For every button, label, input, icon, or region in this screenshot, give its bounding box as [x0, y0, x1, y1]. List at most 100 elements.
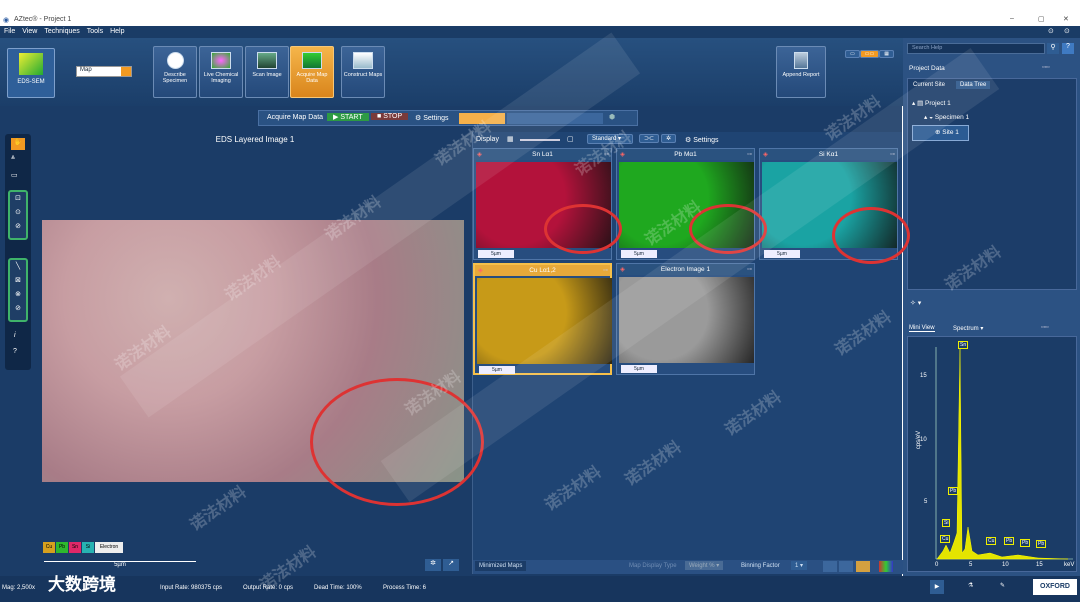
status-process-time: Process Time: 6	[383, 585, 427, 591]
step-acquire-map-data[interactable]: Acquire Map Data	[290, 46, 334, 98]
layout-grid-icon[interactable]: ▦	[879, 50, 894, 58]
sparkle-icon[interactable]: ✲	[661, 134, 677, 143]
start-button[interactable]: ▶ START	[327, 113, 369, 121]
step-construct-maps[interactable]: Construct Maps	[341, 46, 385, 98]
legend-si[interactable]: Si	[82, 542, 94, 553]
cube-icon[interactable]: ⬢	[609, 113, 615, 121]
map-title: Pb Mα1	[674, 151, 697, 158]
spectrum-window-icons[interactable]: ▫▫▫	[1041, 324, 1048, 331]
left-toolbar: ✋ ⩓ ▭ ⊡ ⊙ ⊘ ╲ ⊠ ⊗ ⊘ i ?	[5, 134, 31, 370]
settings-button[interactable]: ⚙ Settings	[415, 114, 449, 122]
legend-cu[interactable]: Cu	[43, 542, 55, 553]
legend-sn[interactable]: Sn	[69, 542, 81, 553]
pen-icon[interactable]: ✎	[1000, 582, 1005, 589]
tab-spectrum[interactable]: Spectrum ▾	[953, 325, 983, 332]
rectangle-tool-icon[interactable]: ▭	[11, 171, 18, 179]
minimize-icon[interactable]: –	[1010, 15, 1014, 22]
step-label: Acquire Map Data	[296, 72, 328, 84]
step-label: Describe Specimen	[162, 72, 188, 84]
peak-label: Sn	[958, 341, 969, 349]
help-icon[interactable]: ?	[13, 348, 17, 355]
search-help-input[interactable]: Search Help	[907, 43, 1045, 54]
tool-group-draw: ╲ ⊠ ⊗ ⊘	[8, 258, 28, 322]
x-unit: keV	[1064, 562, 1075, 568]
display-type-dropdown[interactable]: Weight % ▾	[685, 561, 724, 570]
forward-icon[interactable]: ⊙	[1064, 27, 1070, 35]
construct-maps-icon	[353, 52, 373, 69]
map-title: Sn Lα1	[532, 151, 553, 158]
eds-export-icon[interactable]: ↗	[443, 559, 459, 571]
legend-pb[interactable]: Pb	[56, 542, 68, 553]
close-icon[interactable]: ✕	[1063, 15, 1069, 23]
report-icon	[794, 52, 808, 69]
hand-tool-icon[interactable]: ✋	[11, 138, 25, 150]
eds-settings-icon[interactable]: ✲	[425, 559, 441, 571]
mode-button[interactable]: EDS-SEM	[7, 48, 55, 98]
info-tool-icon[interactable]: i	[14, 332, 16, 339]
menu-item[interactable]: Help	[110, 28, 124, 35]
menu-item[interactable]: Techniques	[44, 28, 79, 35]
map-layer-icon[interactable]: ◈	[478, 265, 483, 276]
map-tool-3-icon[interactable]	[856, 561, 870, 572]
peak-label: Pb	[1004, 537, 1015, 545]
map-scalebar: 5µm	[621, 365, 657, 373]
map-scalebar: 5µm	[478, 250, 514, 258]
annotation-circle	[544, 204, 622, 254]
stop-button[interactable]: ■ STOP	[371, 113, 409, 120]
step-label: Live Chemical Imaging	[203, 72, 239, 84]
display-type-value: Weight %	[689, 563, 715, 569]
scan-image-icon	[257, 52, 277, 69]
layout-single-icon[interactable]: ▭	[845, 50, 860, 58]
step-live-chemical-imaging[interactable]: Live Chemical Imaging	[199, 46, 243, 98]
binning-label: Binning Factor	[741, 563, 780, 569]
x-tick: 0	[935, 562, 939, 568]
single-view-icon[interactable]: ▢	[567, 135, 574, 143]
status-mag: Mag: 2,500x	[2, 585, 36, 591]
arrange-icon[interactable]: ⊃⊂	[639, 134, 660, 143]
map-layer-icon[interactable]: ◈	[763, 149, 768, 160]
back-icon[interactable]: ⊙	[1048, 27, 1054, 35]
app-icon: ◉	[3, 17, 10, 24]
play-icon[interactable]: ▶	[930, 580, 944, 594]
map-window-icons[interactable]: ▫▫	[747, 149, 752, 160]
step-scan-image[interactable]: Scan Image	[245, 46, 289, 98]
peak-label: Si	[942, 519, 951, 527]
tree-options-icon[interactable]: ✧ ▾	[910, 299, 921, 307]
append-report-label: Append Report	[782, 72, 820, 78]
display-type-label: Map Display Type	[629, 563, 677, 569]
map-layer-icon[interactable]: ◈	[620, 264, 625, 275]
chevron-down-icon	[121, 67, 131, 76]
magnifier-icon	[211, 52, 231, 69]
menu-item[interactable]: Tools	[87, 28, 103, 35]
step-describe-specimen[interactable]: Describe Specimen	[153, 46, 197, 98]
append-report-button[interactable]: Append Report	[776, 46, 826, 98]
peak-label: Cu	[986, 537, 997, 545]
help-icon[interactable]: ?	[1062, 43, 1074, 54]
binning-value: 1	[795, 563, 799, 569]
map-tool-2-icon[interactable]	[839, 561, 853, 572]
acquire-map-icon	[302, 52, 322, 69]
map-window-icons[interactable]: ▫▫	[603, 265, 608, 276]
map-window-icons[interactable]: ▫▫	[747, 264, 752, 275]
panel-window-icons[interactable]: ▫▫▫	[1042, 64, 1049, 71]
binning-dropdown[interactable]: 1 ▾	[791, 561, 808, 570]
layout-switcher[interactable]: ▭ ▭▭ ▦	[845, 50, 894, 60]
info-icon	[166, 52, 184, 69]
color-palette-icon[interactable]	[879, 561, 893, 572]
eds-title: EDS Layered Image 1	[215, 135, 295, 144]
maximize-icon[interactable]: ▢	[1038, 15, 1045, 23]
mode-dropdown[interactable]: Map	[76, 66, 132, 77]
layout-double-icon[interactable]: ▭▭	[859, 50, 880, 58]
peak-label: Pb	[1020, 539, 1031, 547]
menu-item[interactable]: File	[4, 28, 15, 35]
tab-mini-view[interactable]: Mini View	[909, 325, 935, 332]
selection-tool-icon[interactable]: ⩓	[11, 154, 15, 162]
minimized-maps-tab[interactable]: Minimized Maps	[475, 561, 527, 571]
probe-icon[interactable]: ⚗	[968, 582, 973, 589]
map-tool-1-icon[interactable]	[823, 561, 837, 572]
legend-electron[interactable]: Electron	[95, 542, 123, 553]
search-icon[interactable]: ⚲	[1047, 43, 1059, 54]
search-placeholder: Search Help	[912, 45, 943, 51]
menu-item[interactable]: View	[22, 28, 37, 35]
display-settings-button[interactable]: ⚙ Settings	[685, 136, 719, 144]
